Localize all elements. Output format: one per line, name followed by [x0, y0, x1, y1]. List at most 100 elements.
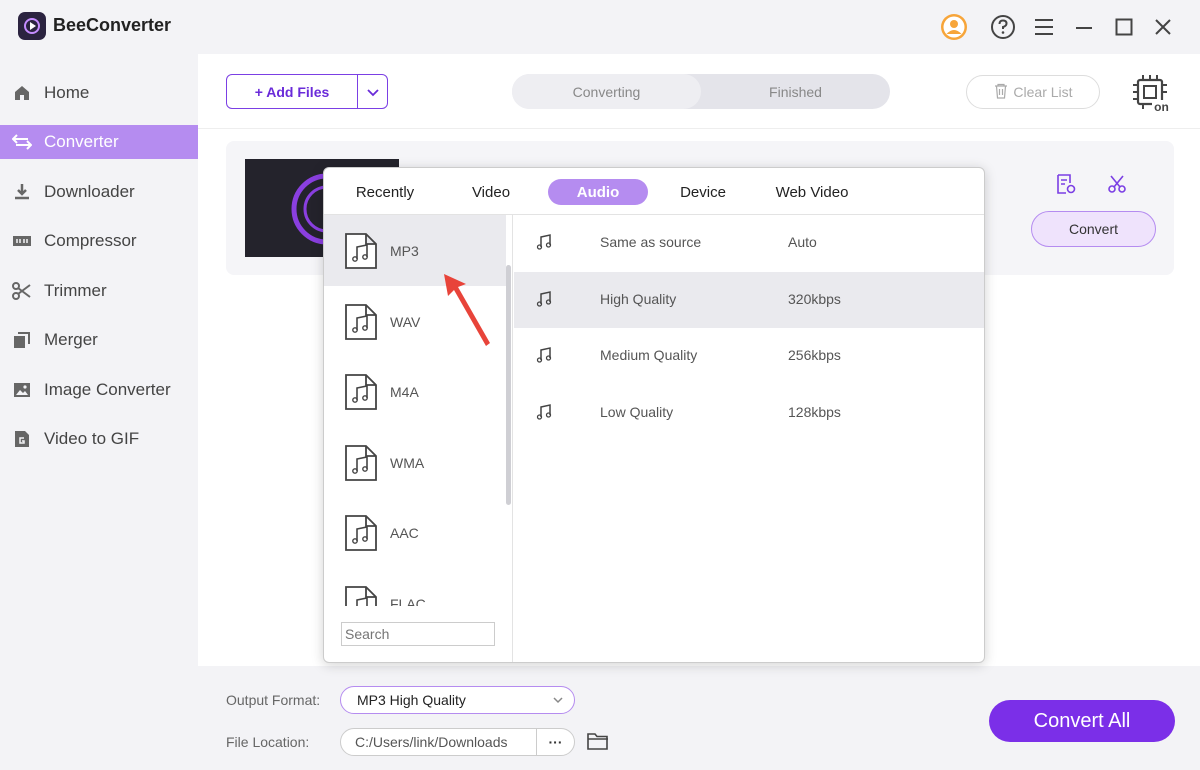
- sidebar-item-compressor[interactable]: Compressor: [0, 224, 198, 258]
- user-avatar-icon[interactable]: [939, 12, 969, 42]
- help-icon[interactable]: [988, 12, 1018, 42]
- list-item[interactable]: WMA: [324, 427, 506, 498]
- audio-file-icon: [324, 232, 390, 270]
- format-name: FLAC: [390, 595, 426, 607]
- tab-web-video[interactable]: Web Video: [762, 179, 862, 205]
- close-icon[interactable]: [1148, 12, 1178, 42]
- sidebar-item-label: Downloader: [44, 182, 135, 201]
- sidebar-item-downloader[interactable]: Downloader: [0, 175, 198, 209]
- quality-bitrate: 320kbps: [788, 291, 841, 307]
- quality-name: Same as source: [600, 234, 702, 250]
- quality-option[interactable]: Same as source Auto: [514, 215, 984, 271]
- file-location-field[interactable]: C:/Users/link/Downloads ···: [340, 728, 575, 756]
- format-name: WMA: [390, 454, 425, 471]
- maximize-icon[interactable]: [1109, 12, 1139, 42]
- menu-icon[interactable]: [1029, 12, 1059, 42]
- output-format-select[interactable]: MP3 High Quality: [340, 686, 575, 714]
- download-icon: [0, 183, 44, 201]
- annotation-arrow-icon: [438, 268, 494, 355]
- compressor-icon: [0, 233, 44, 249]
- output-format-value: MP3 High Quality: [357, 692, 466, 708]
- format-name: WAV: [390, 313, 421, 330]
- format-name: MP3: [390, 242, 419, 259]
- tab-converting[interactable]: Converting: [512, 74, 701, 109]
- converter-icon: [0, 133, 44, 151]
- list-item[interactable]: M4A: [324, 356, 506, 427]
- sidebar-item-label: Home: [44, 83, 90, 102]
- clear-list-label: Clear List: [1013, 84, 1073, 100]
- gpu-acceleration-icon[interactable]: on: [1130, 72, 1172, 114]
- format-list-scrollbar[interactable]: [506, 265, 511, 505]
- title-bar: BeeConverter: [0, 0, 1200, 54]
- music-note-icon: [536, 234, 552, 253]
- scissors-icon[interactable]: [1104, 171, 1130, 197]
- merger-icon: [0, 331, 44, 349]
- toolbar-divider: [198, 128, 1200, 129]
- sidebar-item-converter[interactable]: Converter: [0, 125, 198, 159]
- status-tabs: Converting Finished: [512, 74, 890, 109]
- format-name: M4A: [390, 383, 419, 400]
- format-picker-popup: Recently Video Audio Device Web Video MP…: [323, 167, 985, 663]
- clear-list-button[interactable]: Clear List: [966, 75, 1100, 109]
- sidebar-item-label: Compressor: [44, 231, 137, 250]
- audio-file-icon: [324, 373, 390, 411]
- music-note-icon: [536, 347, 552, 366]
- browse-more-button[interactable]: ···: [536, 729, 574, 755]
- sidebar-item-home[interactable]: Home: [0, 76, 198, 110]
- app-title: BeeConverter: [53, 15, 172, 35]
- music-note-icon: [536, 404, 552, 423]
- convert-all-button[interactable]: Convert All: [989, 700, 1175, 742]
- app-logo-icon: [18, 12, 46, 40]
- sidebar-item-trimmer[interactable]: Trimmer: [0, 274, 198, 308]
- file-location-label: File Location:: [226, 734, 310, 750]
- format-name: AAC: [390, 524, 419, 541]
- tab-video[interactable]: Video: [456, 179, 526, 205]
- tab-recently[interactable]: Recently: [343, 179, 427, 205]
- edit-settings-icon[interactable]: [1053, 171, 1079, 197]
- folder-icon[interactable]: [586, 730, 610, 757]
- list-item[interactable]: AAC: [324, 497, 506, 568]
- sidebar-item-label: Video to GIF: [44, 429, 140, 448]
- gif-icon: [0, 430, 44, 448]
- sidebar-item-label: Converter: [44, 132, 119, 151]
- quality-option[interactable]: High Quality 320kbps: [514, 272, 984, 328]
- quality-name: Low Quality: [600, 404, 674, 420]
- format-search-input[interactable]: [341, 622, 495, 646]
- scissors-icon: [0, 282, 44, 300]
- format-search-area: [324, 606, 513, 662]
- add-files-label[interactable]: + Add Files: [227, 75, 358, 108]
- add-files-button[interactable]: + Add Files: [226, 74, 388, 109]
- audio-file-icon: [324, 444, 390, 482]
- tab-device[interactable]: Device: [667, 179, 739, 205]
- sidebar-item-label: Trimmer: [44, 281, 107, 300]
- audio-file-icon: [324, 585, 390, 606]
- sidebar-item-video-to-gif[interactable]: Video to GIF: [0, 422, 198, 456]
- quality-bitrate: 128kbps: [788, 404, 841, 420]
- svg-text:on: on: [1154, 100, 1169, 114]
- tab-finished[interactable]: Finished: [701, 74, 890, 109]
- chevron-down-icon[interactable]: [358, 75, 387, 108]
- quality-option[interactable]: Low Quality 128kbps: [514, 385, 984, 441]
- file-location-value: C:/Users/link/Downloads: [355, 734, 508, 750]
- audio-file-icon: [324, 514, 390, 552]
- convert-button[interactable]: Convert: [1031, 211, 1156, 247]
- list-item[interactable]: FLAC: [324, 568, 506, 606]
- sidebar-item-image-converter[interactable]: Image Converter: [0, 373, 198, 407]
- quality-name: High Quality: [600, 291, 677, 307]
- quality-bitrate: Auto: [788, 234, 817, 250]
- chevron-down-icon: [552, 693, 564, 710]
- output-format-label: Output Format:: [226, 692, 321, 708]
- music-note-icon: [536, 291, 552, 310]
- quality-name: Medium Quality: [600, 347, 698, 363]
- tab-audio[interactable]: Audio: [548, 179, 648, 205]
- home-icon: [0, 84, 44, 102]
- sidebar-item-label: Merger: [44, 330, 98, 349]
- format-category-tabs: Recently Video Audio Device Web Video: [324, 168, 984, 215]
- minimize-icon[interactable]: [1069, 12, 1099, 42]
- quality-option[interactable]: Medium Quality 256kbps: [514, 328, 984, 384]
- bottom-bar: Output Format: MP3 High Quality File Loc…: [198, 666, 1200, 770]
- sidebar-item-merger[interactable]: Merger: [0, 323, 198, 357]
- audio-file-icon: [324, 303, 390, 341]
- trash-icon: [993, 83, 1009, 102]
- sidebar: Home Converter Downloader Compressor Tri…: [0, 54, 198, 770]
